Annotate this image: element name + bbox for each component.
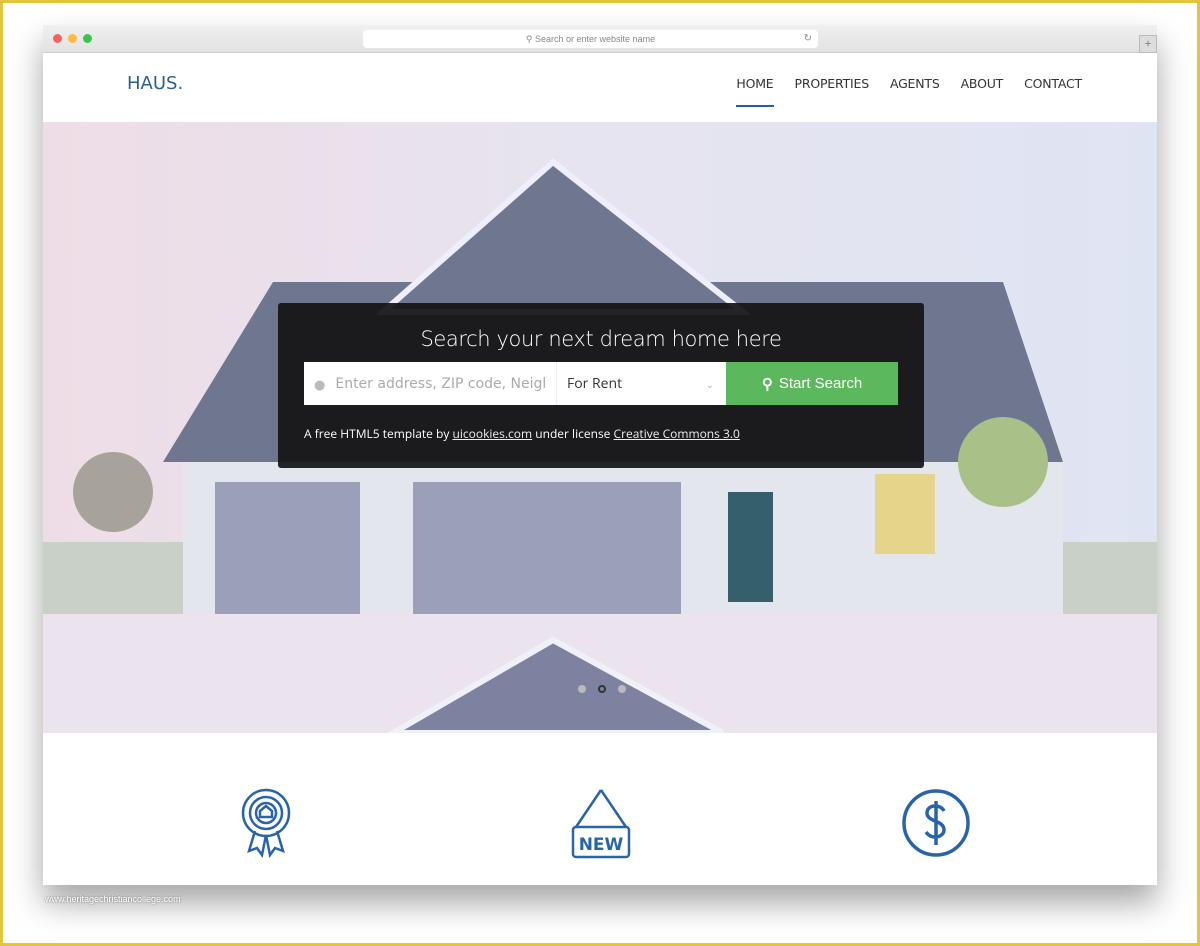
site-header: HAUS. HOME PROPERTIES AGENTS ABOUT CONTA… bbox=[43, 53, 1157, 122]
new-tab-button[interactable]: + bbox=[1139, 35, 1157, 53]
nav-home[interactable]: HOME bbox=[736, 76, 774, 107]
nav-agents[interactable]: AGENTS bbox=[890, 76, 940, 107]
minimize-window-button[interactable] bbox=[68, 34, 77, 43]
new-sign-icon: NEW bbox=[571, 789, 631, 859]
start-search-button[interactable]: ⚲ Start Search bbox=[726, 362, 898, 405]
dollar-icon bbox=[902, 789, 970, 857]
svg-text:NEW: NEW bbox=[579, 835, 624, 855]
uicookies-link[interactable]: uicookies.com bbox=[453, 425, 533, 442]
chevron-down-icon: ⌄ bbox=[705, 376, 714, 391]
nav-about[interactable]: ABOUT bbox=[961, 76, 1004, 107]
credit-prefix: A free HTML5 template by bbox=[304, 425, 450, 442]
reload-icon[interactable]: ↻ bbox=[804, 30, 812, 48]
search-icon: ⚲ bbox=[525, 34, 533, 44]
listing-type-select[interactable]: For Rent ⌄ bbox=[557, 362, 726, 405]
search-icon: ⚲ bbox=[761, 375, 773, 393]
address-field-wrapper: ● bbox=[304, 362, 557, 405]
license-link[interactable]: Creative Commons 3.0 bbox=[614, 425, 740, 442]
credit-middle: under license bbox=[535, 425, 611, 442]
features-section: NEW bbox=[43, 733, 1157, 885]
address-input[interactable] bbox=[335, 375, 546, 392]
hero-title: Search your next dream home here bbox=[420, 327, 782, 351]
slide-dot-1[interactable] bbox=[578, 685, 586, 693]
site-logo[interactable]: HAUS. bbox=[127, 73, 183, 94]
nav-properties[interactable]: PROPERTIES bbox=[795, 76, 870, 107]
credit-line: A free HTML5 template by uicookies.com u… bbox=[304, 425, 740, 442]
slide-dot-3[interactable] bbox=[618, 685, 626, 693]
browser-toolbar: ⚲ Search or enter website name ↻ + bbox=[43, 25, 1157, 53]
map-pin-icon: ● bbox=[314, 374, 326, 393]
address-bar-placeholder: Search or enter website name bbox=[535, 34, 656, 44]
start-search-label: Start Search bbox=[778, 375, 863, 392]
hero-slider: Search your next dream home here ● For R… bbox=[43, 122, 1157, 733]
award-house-icon bbox=[241, 788, 291, 859]
listing-type-value: For Rent bbox=[567, 374, 623, 393]
slide-dot-2[interactable] bbox=[598, 685, 606, 693]
nav-contact[interactable]: CONTACT bbox=[1024, 76, 1082, 107]
address-bar[interactable]: ⚲ Search or enter website name ↻ bbox=[363, 30, 818, 48]
browser-window: ⚲ Search or enter website name ↻ + HAUS. … bbox=[43, 25, 1157, 885]
slider-dots bbox=[578, 685, 626, 693]
watermark: www.heritagechristiancollege.com bbox=[45, 894, 181, 904]
main-menu: HOME PROPERTIES AGENTS ABOUT CONTACT bbox=[736, 76, 1082, 107]
search-panel: Search your next dream home here ● For R… bbox=[278, 303, 924, 468]
maximize-window-button[interactable] bbox=[83, 34, 92, 43]
search-form: ● For Rent ⌄ ⚲ Start Search bbox=[304, 362, 898, 405]
close-window-button[interactable] bbox=[53, 34, 62, 43]
